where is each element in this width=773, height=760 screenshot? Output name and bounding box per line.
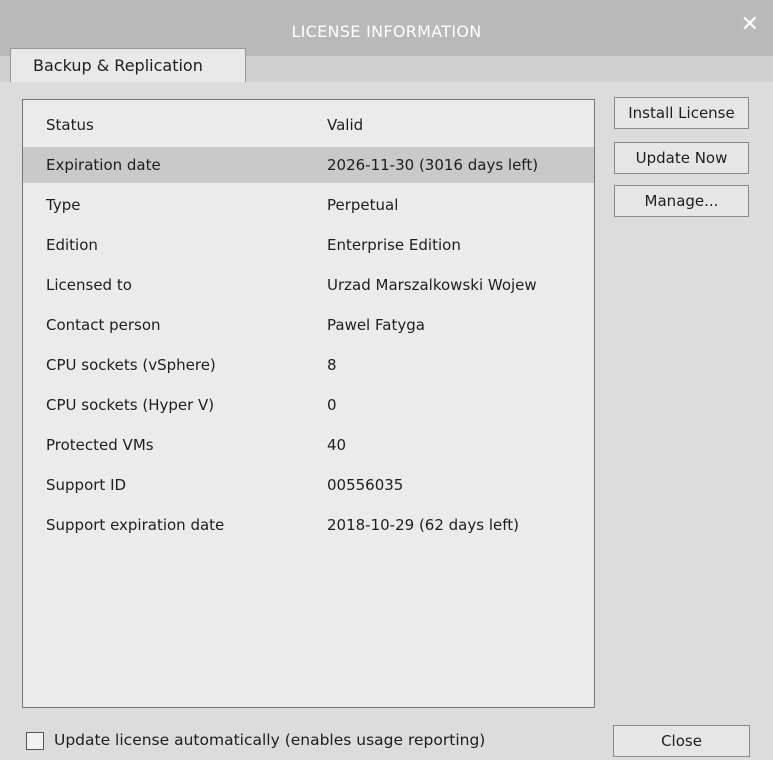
row-value: Perpetual <box>327 196 399 214</box>
license-row-expiration-date[interactable]: Expiration date 2026-11-30 (3016 days le… <box>23 147 594 183</box>
row-value: Enterprise Edition <box>327 236 461 254</box>
license-row-cpu-sockets-vsphere[interactable]: CPU sockets (vSphere) 8 <box>23 347 594 383</box>
row-value: 2026-11-30 (3016 days left) <box>327 156 539 174</box>
license-row-support-id[interactable]: Support ID 00556035 <box>23 467 594 503</box>
license-row-support-expiration[interactable]: Support expiration date 2018-10-29 (62 d… <box>23 507 594 543</box>
row-label: Licensed to <box>46 276 132 294</box>
row-label: Expiration date <box>46 156 161 174</box>
row-label: Support expiration date <box>46 516 225 534</box>
install-license-button[interactable]: Install License <box>614 97 749 129</box>
row-value: Pawel Fatyga <box>327 316 425 334</box>
auto-update-checkbox[interactable] <box>26 732 44 750</box>
close-icon[interactable]: ✕ <box>741 14 759 36</box>
license-row-licensed-to[interactable]: Licensed to Urzad Marszalkowski Wojew <box>23 267 594 303</box>
close-button[interactable]: Close <box>613 725 750 757</box>
license-row-cpu-sockets-hyperv[interactable]: CPU sockets (Hyper V) 0 <box>23 387 594 423</box>
license-row-protected-vms[interactable]: Protected VMs 40 <box>23 427 594 463</box>
row-value: Valid <box>327 116 364 134</box>
row-label: Protected VMs <box>46 436 154 454</box>
license-row-type[interactable]: Type Perpetual <box>23 187 594 223</box>
row-value: Urzad Marszalkowski Wojew <box>327 276 537 294</box>
tab-backup-replication[interactable]: Backup & Replication <box>10 48 246 82</box>
auto-update-label: Update license automatically (enables us… <box>54 731 486 749</box>
license-row-edition[interactable]: Edition Enterprise Edition <box>23 227 594 263</box>
row-label: CPU sockets (vSphere) <box>46 356 216 374</box>
row-value: 40 <box>327 436 347 454</box>
license-row-contact-person[interactable]: Contact person Pawel Fatyga <box>23 307 594 343</box>
license-row-status[interactable]: Status Valid <box>23 107 594 143</box>
row-value: 00556035 <box>327 476 404 494</box>
license-details-list: Status Valid Expiration date 2026-11-30 … <box>22 99 595 708</box>
row-label: CPU sockets (Hyper V) <box>46 396 215 414</box>
row-label: Support ID <box>46 476 127 494</box>
row-value: 8 <box>327 356 337 374</box>
row-label: Edition <box>46 236 98 254</box>
row-label: Status <box>46 116 94 134</box>
window-title: LICENSE INFORMATION <box>291 22 482 41</box>
row-label: Contact person <box>46 316 161 334</box>
update-now-button[interactable]: Update Now <box>614 142 749 174</box>
row-label: Type <box>46 196 81 214</box>
manage-button[interactable]: Manage... <box>614 185 749 217</box>
row-value: 0 <box>327 396 337 414</box>
row-value: 2018-10-29 (62 days left) <box>327 516 519 534</box>
